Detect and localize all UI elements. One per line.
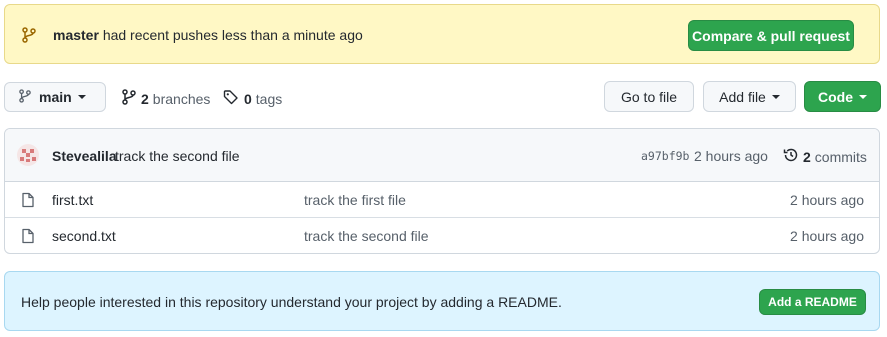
commits-label: commits: [814, 148, 867, 165]
add-file-label: Add file: [719, 88, 766, 105]
commit-count: 2: [803, 148, 811, 165]
commits-link[interactable]: 2 commits: [783, 147, 867, 166]
branch-selector-button[interactable]: main: [4, 82, 106, 112]
readme-message: Help people interested in this repositor…: [21, 294, 562, 310]
commit-message[interactable]: track the second file: [115, 148, 240, 164]
tag-count: 0: [244, 90, 252, 107]
add-readme-button[interactable]: Add a README: [759, 289, 866, 315]
branches-label: branches: [152, 90, 211, 107]
git-branch-icon: [22, 27, 36, 46]
history-icon: [783, 147, 799, 166]
avatar[interactable]: [17, 144, 39, 166]
file-time: 2 hours ago: [790, 228, 864, 244]
file-row: second.txt track the second file 2 hours…: [5, 218, 879, 253]
recent-push-banner: master had recent pushes less than a min…: [4, 4, 880, 64]
commit-time: 2 hours ago: [694, 148, 768, 164]
tags-link[interactable]: 0 tags: [223, 89, 282, 108]
file-time: 2 hours ago: [790, 192, 864, 208]
push-message: master had recent pushes less than a min…: [53, 27, 363, 43]
file-row: first.txt track the first file 2 hours a…: [5, 182, 879, 218]
branch-name: main: [39, 89, 72, 105]
latest-commit-row: Stevealila track the second file a97bf9b…: [5, 129, 879, 182]
file-listing: Stevealila track the second file a97bf9b…: [4, 128, 880, 254]
compare-pull-request-button[interactable]: Compare & pull request: [688, 20, 854, 51]
branches-link[interactable]: 2 branches: [122, 89, 210, 108]
file-commit-message[interactable]: track the second file: [304, 228, 429, 244]
caret-down-icon: [771, 94, 780, 99]
caret-down-icon: [859, 94, 867, 99]
git-branch-icon: [122, 89, 136, 108]
file-icon: [22, 228, 34, 247]
branch-count: 2: [141, 90, 149, 107]
push-branch-name[interactable]: master: [53, 27, 99, 43]
tags-label: tags: [255, 90, 283, 107]
commit-sha[interactable]: a97bf9b: [641, 149, 689, 163]
readme-prompt: Help people interested in this repositor…: [4, 271, 880, 331]
tag-icon: [223, 89, 239, 108]
go-to-file-button[interactable]: Go to file: [604, 81, 694, 112]
file-name[interactable]: first.txt: [52, 192, 93, 208]
file-name[interactable]: second.txt: [52, 228, 116, 244]
push-message-text: had recent pushes less than a minute ago: [102, 27, 363, 43]
code-label: Code: [818, 88, 853, 105]
code-button[interactable]: Code: [804, 81, 881, 112]
add-file-button[interactable]: Add file: [703, 81, 796, 112]
file-commit-message[interactable]: track the first file: [304, 192, 406, 208]
commit-author[interactable]: Stevealila: [52, 148, 117, 164]
caret-down-icon: [77, 95, 86, 99]
file-icon: [22, 192, 34, 211]
git-branch-icon: [19, 88, 31, 106]
